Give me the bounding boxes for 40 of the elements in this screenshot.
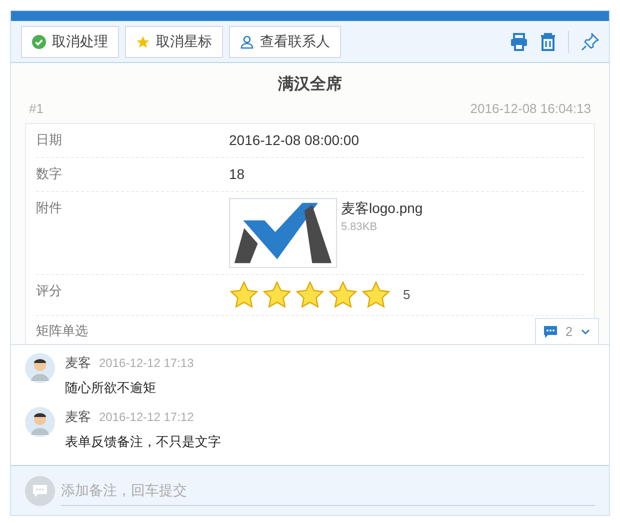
check-circle-icon — [32, 34, 46, 48]
field-value: 2016-12-08 08:00:00 — [229, 130, 359, 150]
file-size: 5.83KB — [341, 220, 378, 234]
toolbar-button[interactable]: 查看联系人 — [229, 26, 341, 58]
record-time: 2016-12-08 16:04:13 — [470, 100, 591, 118]
file-name[interactable]: 麦客logo.png — [341, 198, 423, 218]
field-label: 数字 — [36, 164, 63, 182]
comment-time: 2016-12-12 17:12 — [99, 409, 194, 426]
record-number: #1 — [29, 100, 44, 118]
star-icon — [361, 280, 391, 308]
comment-text: 随心所欲不逾矩 — [65, 378, 157, 396]
comment-icon — [25, 476, 55, 506]
logo-thumbnail[interactable] — [229, 198, 337, 268]
record-title: 满汉全席 — [277, 74, 343, 95]
comment-box[interactable]: 添加备注，回车提交 — [11, 465, 609, 515]
star-icon — [295, 280, 325, 308]
star-icon — [136, 34, 150, 48]
chevron-down-icon — [580, 328, 590, 334]
avatar-icon — [25, 407, 55, 437]
toolbar-button[interactable]: 取消星标 — [125, 26, 223, 58]
comment-time: 2016-12-12 17:13 — [99, 355, 194, 372]
star-icon — [229, 280, 259, 308]
field-label: 日期 — [36, 130, 63, 148]
comment-author: 麦客 — [65, 354, 91, 372]
star-icon — [328, 280, 358, 308]
rating-value: 5 — [403, 286, 410, 304]
trash-icon[interactable] — [540, 32, 556, 50]
star-icon — [262, 280, 292, 308]
field-label: 附件 — [36, 198, 63, 216]
print-icon[interactable] — [510, 32, 528, 50]
toolbar-button[interactable]: 取消处理 — [21, 26, 119, 58]
field-value: 18 — [229, 164, 245, 184]
user-icon — [240, 34, 254, 48]
avatar-icon — [25, 353, 55, 383]
field-label: 矩阵单选 — [36, 322, 89, 340]
chat-icon — [544, 326, 558, 338]
comment-text: 表单反馈备注，不只是文字 — [65, 432, 221, 450]
pin-icon[interactable] — [581, 32, 599, 50]
comment-author: 麦客 — [65, 408, 91, 426]
field-label: 评分 — [36, 282, 63, 300]
